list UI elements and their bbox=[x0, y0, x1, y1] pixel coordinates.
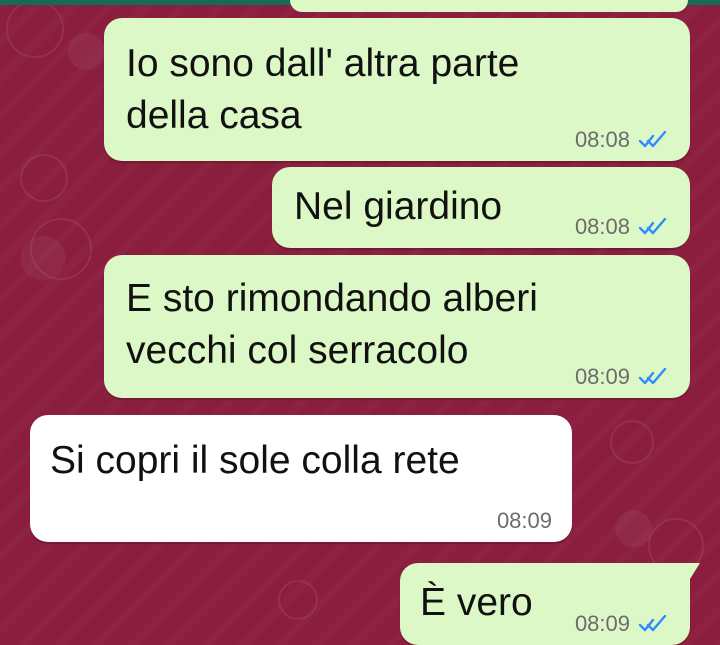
double-check-icon bbox=[638, 217, 668, 236]
background-doodle bbox=[30, 218, 92, 280]
double-check-icon bbox=[638, 367, 668, 386]
background-doodle bbox=[6, 0, 64, 58]
background-doodle bbox=[20, 154, 68, 202]
message-time: 08:09 bbox=[574, 611, 630, 636]
double-check-icon bbox=[638, 614, 668, 633]
background-doodle bbox=[610, 420, 654, 464]
message-time: 08:08 bbox=[574, 214, 630, 239]
message-text: È vero bbox=[420, 581, 533, 624]
message-meta: 08:08 bbox=[575, 129, 668, 151]
outgoing-message[interactable]: È vero 08:09 bbox=[400, 563, 700, 645]
outgoing-message[interactable]: Io sono dall' altra parte della casa 08:… bbox=[104, 18, 690, 161]
message-time: 08:09 bbox=[496, 508, 552, 533]
background-doodle bbox=[278, 580, 318, 620]
message-meta: 08:09 bbox=[575, 366, 668, 388]
message-meta: 08:09 bbox=[497, 510, 552, 532]
incoming-message[interactable]: Si copri il sole colla rete 08:09 bbox=[30, 415, 572, 542]
message-text: E sto rimondando alberi vecchi col serra… bbox=[126, 277, 538, 372]
partial-message-bubble bbox=[290, 0, 688, 12]
message-text: Io sono dall' altra parte della casa bbox=[126, 42, 520, 137]
outgoing-message[interactable]: Nel giardino 08:08 bbox=[272, 167, 690, 248]
message-time: 08:08 bbox=[574, 127, 630, 152]
message-meta: 08:08 bbox=[575, 216, 668, 238]
message-time: 08:09 bbox=[574, 364, 630, 389]
message-meta: 08:09 bbox=[575, 613, 668, 635]
outgoing-message[interactable]: E sto rimondando alberi vecchi col serra… bbox=[104, 255, 690, 398]
double-check-icon bbox=[638, 130, 668, 149]
message-text: Nel giardino bbox=[294, 185, 503, 228]
message-text: Si copri il sole colla rete bbox=[50, 439, 460, 482]
